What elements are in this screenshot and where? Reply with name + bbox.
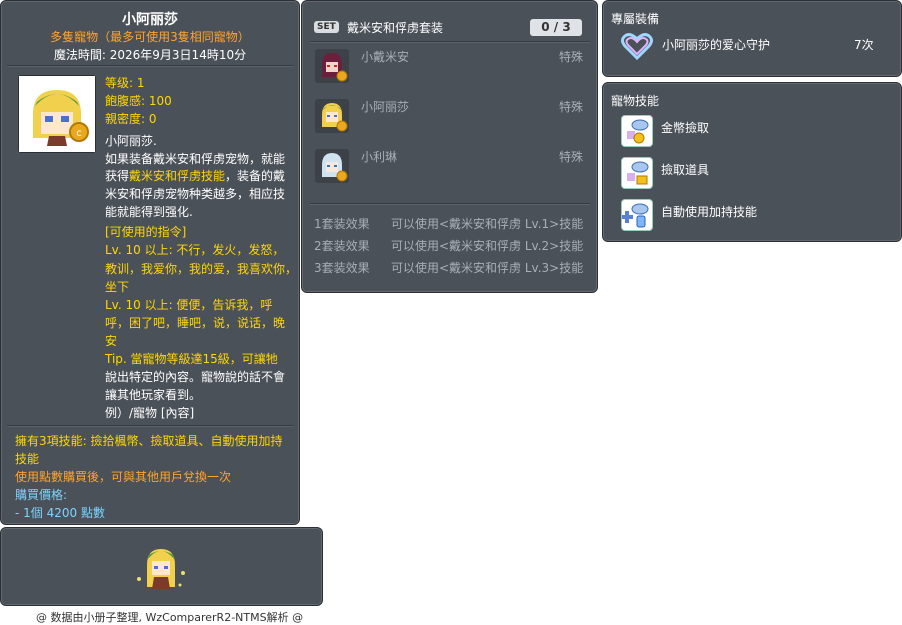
price-value: - 1個 4200 點數 (15, 506, 105, 520)
heart-guard-icon (621, 33, 653, 61)
set-item-2-name: 小阿丽莎 (361, 100, 410, 114)
desc-skill-highlight: 戴米安和俘虏技能 (129, 169, 226, 183)
pet-preview-panel (0, 527, 323, 606)
skill-icon-meso (621, 115, 653, 147)
pet-skills-panel: 寵物技能 金幣撿取 撿取道具 自動使用加持技能 (602, 82, 902, 242)
pet-sprite (137, 549, 185, 589)
desc-line-2b: ，装备的戴 (225, 169, 286, 183)
commands-line-5: 呼，困了吧，睡吧，说，说话，晚 (105, 316, 286, 330)
set-name: 戴米安和俘虏套装 (347, 21, 444, 35)
set-effects-divider (310, 203, 590, 205)
item-pickup-icon (627, 161, 649, 185)
commands-title: [可使用的指令] (105, 225, 187, 239)
magic-time: 魔法時間: 2026年9月3日14時10分 (53, 48, 247, 62)
desc-line-4: 能就能得到强化. (105, 205, 193, 219)
set-badge: SET (314, 21, 339, 33)
tip-line-4: 例）/寵物 [內容] (105, 406, 195, 420)
skill-name-3: 自動使用加持技能 (661, 205, 758, 219)
desc-line-2a: 获得 (105, 169, 130, 183)
desc-name: 小阿丽莎. (105, 134, 157, 148)
pet-name: 小阿丽莎 (122, 12, 178, 28)
divider-bottom (7, 425, 293, 427)
pet-tooltip-panel: 小阿丽莎 多隻寵物（最多可使用3隻相同寵物） 魔法時間: 2026年9月3日14… (0, 0, 300, 525)
skills-line-1: 擁有3項技能: 撿拾楓幣、撿取道具、自動使用加持 (15, 434, 283, 448)
skill-name-2: 撿取道具 (661, 163, 710, 177)
set-item-slot-3 (315, 149, 349, 183)
set-item-slot-2 (315, 99, 349, 133)
exclusive-equip-panel: 專屬裝備 小阿丽莎的爱心守护 7次 (602, 0, 902, 77)
svg-text:c: c (76, 128, 82, 139)
commands-line-2: 教训，我爱你，我的爱，我喜欢你， (105, 262, 298, 276)
trade-note: 使用點數購買後，可與其他用戶兌換一次 (15, 470, 232, 484)
divider-top (7, 65, 293, 67)
set-item-slot-1 (315, 49, 349, 83)
set-item-1-name: 小戴米安 (361, 50, 410, 64)
set-effect-1-label: 1套装效果 (314, 217, 370, 231)
set-item-3-type: 特殊 (559, 150, 584, 164)
set-effect-3-text: 可以使用<戴米安和俘虏 Lv.3>技能 (391, 261, 584, 275)
tip-line-3: 讓其他玩家看到。 (105, 388, 202, 402)
commands-line-3: 坐下 (105, 280, 130, 294)
desc-line-1: 如果装备戴米安和俘虏宠物，就能 (105, 152, 286, 166)
set-item-3-name: 小利琳 (361, 150, 398, 164)
riren-icon (322, 153, 348, 182)
coin-pickup-icon (627, 119, 649, 144)
set-effect-2-label: 2套装效果 (314, 239, 370, 253)
set-count: 0 / 3 (530, 19, 582, 36)
set-item-2-type: 特殊 (559, 100, 584, 114)
damien-icon (322, 53, 348, 82)
skill-icon-buff (621, 199, 653, 231)
commands-line-6: 安 (105, 334, 118, 348)
skill-icon-item (621, 157, 653, 189)
pet-level: 等级: 1 (105, 76, 145, 90)
pet-fullness: 飽腹感: 100 (105, 94, 172, 108)
price-label: 購買價格: (15, 488, 68, 502)
pet-portrait: c (18, 75, 96, 153)
multi-pet-note: 多隻寵物（最多可使用3隻相同寵物） (50, 30, 250, 44)
set-divider (310, 41, 590, 43)
footer-credit: @ 数据由小册子整理, WzComparerR2-NTMS解析 @ (36, 611, 304, 624)
set-panel: SET 戴米安和俘虏套装 0 / 3 小戴米安 特殊 小阿丽莎 特殊 小利琳 特… (301, 0, 598, 293)
set-effect-3-label: 3套装效果 (314, 261, 370, 275)
pet-skills-title: 寵物技能 (611, 94, 660, 108)
commands-line-4: Lv. 10 以上: 便便，告诉我，呼 (105, 298, 273, 312)
tip-line-2: 說出特定的內容。寵物說的話不會 (105, 370, 286, 384)
set-effect-1-text: 可以使用<戴米安和俘虏 Lv.1>技能 (391, 217, 584, 231)
alicia-icon (322, 103, 348, 132)
set-item-1-type: 特殊 (559, 50, 584, 64)
skill-name-1: 金幣撿取 (661, 121, 710, 135)
exclusive-item-name: 小阿丽莎的爱心守护 (662, 38, 771, 52)
desc-line-2: 获得戴米安和俘虏技能，装备的戴 (105, 167, 285, 185)
skills-line-2: 技能 (15, 452, 40, 466)
desc-line-3: 米安和俘虏宠物种类越多，相应技 (105, 187, 286, 201)
commands-line-1: Lv. 10 以上: 不行，发火，发怒， (105, 243, 285, 257)
pet-portrait-image: c (19, 76, 95, 152)
auto-buff-icon (621, 203, 649, 228)
pet-closeness: 親密度: 0 (105, 112, 157, 126)
tip-line-1: Tip. 當寵物等級達15級，可讓牠 (105, 352, 278, 366)
exclusive-item-count: 7次 (854, 38, 874, 52)
exclusive-title: 專屬裝備 (611, 12, 660, 26)
set-effect-2-text: 可以使用<戴米安和俘虏 Lv.2>技能 (391, 239, 584, 253)
